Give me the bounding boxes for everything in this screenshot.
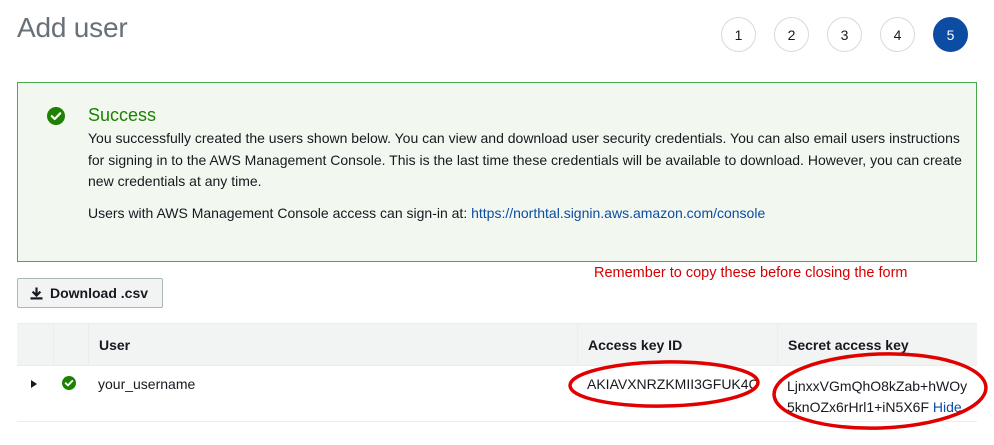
- credentials-table: User Access key ID Secret access key you…: [17, 323, 977, 422]
- download-csv-label: Download .csv: [50, 285, 149, 301]
- table-header: User Access key ID Secret access key: [17, 323, 977, 366]
- download-csv-button[interactable]: Download .csv: [17, 278, 164, 308]
- step-4[interactable]: 4: [880, 17, 915, 52]
- step-2[interactable]: 2: [774, 17, 809, 52]
- secret-line-1: LjnxxVGmQhO8kZab+hWOy: [787, 378, 968, 394]
- signin-text: Users with AWS Management Console access…: [88, 205, 765, 221]
- step-1[interactable]: 1: [721, 17, 756, 52]
- status-cell: [53, 366, 88, 421]
- wizard-steps: 1 2 3 4 5: [721, 17, 968, 52]
- step-5[interactable]: 5: [933, 17, 968, 52]
- signin-link[interactable]: https://northtal.signin.aws.amazon.com/c…: [471, 205, 765, 221]
- page-title: Add user: [17, 12, 128, 43]
- signin-prefix: Users with AWS Management Console access…: [88, 205, 472, 221]
- header-user[interactable]: User: [88, 324, 577, 365]
- download-icon: [30, 287, 43, 299]
- reminder-annotation: Remember to copy these before closing th…: [594, 265, 908, 281]
- success-check-icon: [62, 376, 76, 390]
- header-status-col: [53, 324, 88, 365]
- header-access-key[interactable]: Access key ID: [577, 324, 777, 365]
- access-key-id: AKIAVXNRZKMII3GFUK4C: [587, 376, 759, 392]
- secret-access-key: LjnxxVGmQhO8kZab+hWOy 5knOZx6rHrl1+iN5X6…: [777, 366, 977, 421]
- hide-secret-link[interactable]: Hide: [933, 399, 962, 415]
- header-expand-col: [17, 324, 53, 365]
- caret-right-icon[interactable]: [31, 380, 37, 388]
- header-secret-key[interactable]: Secret access key: [777, 324, 977, 365]
- secret-line-2: 5knOZx6rHrl1+iN5X6F Hide: [787, 397, 977, 418]
- alert-title: Success: [88, 105, 157, 125]
- user-name: your_username: [98, 376, 196, 392]
- secret-line-2-text: 5knOZx6rHrl1+iN5X6F: [787, 399, 929, 415]
- success-check-icon: [47, 107, 65, 125]
- step-3[interactable]: 3: [827, 17, 862, 52]
- success-alert: Success You successfully created the use…: [17, 82, 977, 262]
- table-row: your_username AKIAVXNRZKMII3GFUK4C Ljnxx…: [17, 366, 977, 422]
- alert-body: You successfully created the users shown…: [88, 130, 962, 189]
- expand-cell[interactable]: [17, 366, 53, 421]
